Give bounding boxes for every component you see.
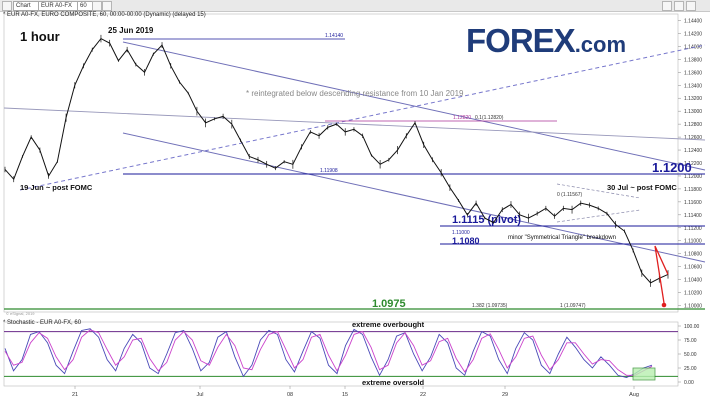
x-tick-label: 22 [420, 392, 426, 398]
forex-logo: FOREX.com [466, 22, 626, 60]
overbought-label: extreme overbought [352, 320, 425, 329]
stoch-header: * Stochastic - EUR A0-FX, 60 [3, 320, 82, 326]
fib-1-1414-label: 1.14140 [325, 33, 343, 39]
timeframe-label: 1 hour [20, 29, 60, 44]
price-y-tick-label: 1.11600 [684, 200, 702, 206]
stoch-y-tick-label: 75.00 [684, 338, 697, 344]
stoch-y-tick-label: 25.00 [684, 366, 697, 372]
jul30-label: 30 Jul ~ post FOMC [607, 183, 677, 192]
high-label: 25 Jun 2019 [108, 26, 154, 35]
price-y-tick-label: 1.13400 [684, 83, 702, 89]
fib-1-1282b-label: 0.1(1.12820) [475, 115, 504, 121]
price-y-tick-label: 1.12800 [684, 122, 702, 128]
price-y-tick-label: 1.10400 [684, 278, 702, 284]
fib-1-label: 1 (1.09747) [560, 303, 586, 309]
logo-suffix: .com [574, 32, 627, 57]
stoch-y-tick-label: 50.00 [684, 352, 697, 358]
triangle-note: minor "Symmetrical Triangle" breakdown [508, 235, 616, 241]
x-tick-label: 21 [72, 392, 78, 398]
price-y-tick-label: 1.13000 [684, 109, 702, 115]
support-0975-label: 1.0975 [372, 298, 406, 310]
projection-path [654, 245, 669, 304]
fib-1382-label: 1.382 (1.09735) [472, 303, 508, 309]
x-tick-label: 15 [342, 392, 348, 398]
oversold-label: extreme oversold [362, 378, 425, 387]
price-y-tick-label: 1.11800 [684, 187, 702, 193]
resistance-1200-label: 1.1200 [652, 160, 692, 175]
support-1080-label: 1.1080 [452, 236, 480, 246]
chart-header: * EUR A0-FX, EURO COMPOSITE, 60, 00:00-0… [3, 12, 206, 18]
x-tick-label: 29 [502, 392, 508, 398]
channel-lower-line [122, 132, 706, 263]
channel-upper-line [122, 41, 706, 171]
price-y-tick-label: 1.10800 [684, 252, 702, 258]
secondary-trendline [3, 107, 706, 141]
logo-main: FOREX [466, 22, 576, 59]
price-y-tick-label: 1.10600 [684, 265, 702, 271]
watermark: © eSignal, 2019 [6, 311, 35, 316]
triangle-lower-line [556, 209, 641, 223]
chart-window: Chart EUR A0-FX 60 1.144001.142001.14000… [0, 0, 710, 400]
price-y-tick-label: 1.12400 [684, 148, 702, 154]
price-y-tick-label: 1.10200 [684, 291, 702, 297]
oversold-highlight-box [632, 367, 656, 381]
price-y-tick-label: 1.13600 [684, 70, 702, 76]
x-tick-label: 08 [287, 392, 293, 398]
pivot-label: 1.1115 (pivot) [452, 214, 521, 226]
price-series-line [4, 37, 669, 284]
price-y-tick-label: 1.13800 [684, 57, 702, 63]
descending-resistance-dashed [19, 44, 706, 191]
stoch-series-d [4, 329, 653, 376]
resistance-note: * reintegrated below descending resistan… [246, 89, 464, 98]
fib-1-1190-label: 1.11908 [320, 168, 338, 174]
chart-svg: 1.144001.142001.140001.138001.136001.134… [3, 13, 706, 398]
price-y-tick-label: 1.11200 [684, 226, 702, 232]
price-y-tick-label: 1.11400 [684, 213, 702, 219]
x-tick-label: Jul [196, 392, 203, 398]
price-y-tick-label: 1.13200 [684, 96, 702, 102]
stoch-series-k [4, 328, 653, 378]
low-label: 19 Jun ~ post FOMC [20, 183, 93, 192]
fib-1-1282a-label: 1.12820 [453, 115, 471, 121]
stoch-y-tick-label: 100.00 [684, 324, 700, 330]
projection-target-dot [661, 302, 667, 308]
stoch-y-tick-label: 0.00 [684, 380, 694, 386]
price-y-tick-label: 1.14200 [684, 31, 702, 37]
fib-1-1156-label: 0 (1.11567) [557, 192, 583, 198]
price-y-tick-label: 1.14400 [684, 18, 702, 24]
x-tick-label: Aug [629, 392, 639, 398]
